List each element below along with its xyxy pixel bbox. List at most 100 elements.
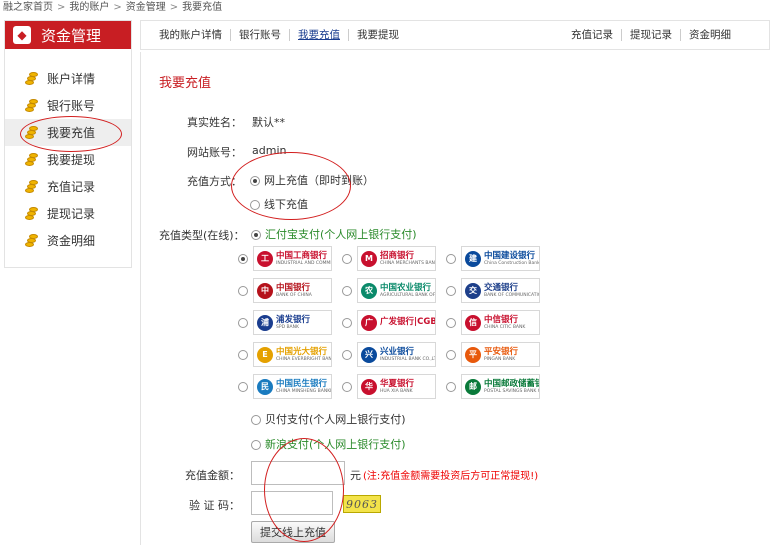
bank-option[interactable]: 交交通银行BANK OF COMMUNICATIONS [461, 278, 540, 303]
bank-name-text: 兴业银行 [380, 346, 415, 357]
bank-logo-icon: 浦 [257, 314, 273, 331]
bank-name-en: CHINA CITIC BANK [484, 324, 526, 330]
bank-radio[interactable] [446, 318, 456, 328]
sidebar-item-recharge-records[interactable]: 充值记录 [5, 173, 131, 200]
sidebar-item-recharge[interactable]: 我要充值 [5, 119, 131, 146]
tab-recharge[interactable]: 我要充值 [290, 29, 349, 41]
gateway-sina-option[interactable]: 新浪支付(个人网上银行支付) [251, 436, 406, 452]
account-value: admin [252, 144, 287, 157]
bank-radio[interactable] [446, 254, 456, 264]
radio-icon [251, 440, 261, 450]
bank-option[interactable]: 农中国农业银行AGRICULTURAL BANK OF CHINA [357, 278, 436, 303]
bank-option[interactable]: 浦浦发银行 SPD BANK [253, 310, 332, 335]
bank-name: 中国民生银行CHINA MINSHENG BANKING CORP.,LTD [276, 378, 331, 394]
bank-option[interactable]: 民中国民生银行CHINA MINSHENG BANKING CORP.,LTD [253, 374, 332, 399]
submit-recharge-button[interactable]: 提交线上充值 [251, 521, 335, 543]
bank-option[interactable]: 工中国工商银行INDUSTRIAL AND COMMERCIAL BANK OF… [253, 246, 332, 271]
bank-radio[interactable] [342, 254, 352, 264]
bank-name-text: 广发银行|CGB [380, 317, 436, 327]
bank-name-text: 中国民生银行 [276, 378, 328, 389]
sidebar-title: 资金管理 [41, 26, 102, 45]
bank-option[interactable]: 广广发银行|CGB [357, 310, 436, 335]
amount-input[interactable] [251, 461, 345, 485]
bank-option[interactable]: 中中国银行 BANK OF CHINA [253, 278, 332, 303]
bank-name: 交通银行BANK OF COMMUNICATIONS [484, 282, 539, 298]
bank-name-text: 中国农业银行 [380, 282, 432, 293]
bank-name-text: 中国光大银行 [276, 346, 328, 357]
bank-option[interactable]: E 中国光大银行 CHINA EVERBRIGHT BANK [253, 342, 332, 367]
bank-name-text: 中国银行 [276, 282, 311, 293]
bank-name-en: CHINA EVERBRIGHT BANK [276, 356, 332, 362]
bank-logo-icon: 工 [257, 250, 273, 267]
bank-radio[interactable] [238, 254, 248, 264]
coins-icon [25, 206, 39, 221]
bank-name-text: 交通银行 [484, 282, 519, 293]
sidebar-item-withdraw-records[interactable]: 提现记录 [5, 200, 131, 227]
method-online-option[interactable]: 网上充值（即时到账） [250, 172, 374, 188]
bank-radio[interactable] [446, 382, 456, 392]
bank-option[interactable]: 邮中国邮政储蓄银行POSTAL SAVINGS BANK OF CHINA [461, 374, 540, 399]
bank-option[interactable]: 平平安银行 PINGAN BANK [461, 342, 540, 367]
tab-withdraw-records[interactable]: 提现记录 [622, 29, 681, 41]
breadcrumb-home[interactable]: 融之家首页 [3, 0, 53, 20]
bank-radio[interactable] [238, 318, 248, 328]
amount-unit: 元 [350, 469, 361, 482]
bank-radio[interactable] [446, 286, 456, 296]
bank-name-en: SPD BANK [276, 324, 299, 330]
bank-logo-icon: 交 [465, 282, 481, 299]
bank-option[interactable]: M 招商银行 CHINA MERCHANTS BANK [357, 246, 436, 271]
bank-logo-icon: 邮 [465, 378, 481, 395]
tab-bank-account[interactable]: 银行账号 [231, 29, 290, 41]
bank-option[interactable]: 华华夏银行 HUA XIA BANK [357, 374, 436, 399]
page-title: 我要充值 [159, 76, 212, 91]
bank-name-text: 中信银行 [484, 314, 519, 325]
bank-logo-icon: 信 [465, 314, 481, 331]
bank-logo-icon: 民 [257, 378, 273, 395]
sidebar-item-bank-account[interactable]: 银行账号 [5, 92, 131, 119]
breadcrumb-my-account[interactable]: 我的账户 [69, 0, 109, 20]
bank-radio[interactable] [238, 350, 248, 360]
breadcrumb: 融之家首页 > 我的账户 > 资金管理 > 我要充值 [0, 0, 770, 20]
bank-name: 广发银行|CGB [380, 317, 436, 327]
captcha-input[interactable] [251, 491, 333, 515]
bank-name: 中国建设银行 China Construction Bank [484, 251, 539, 266]
bank-name: 兴业银行 INDUSTRIAL BANK CO.,LTD [380, 346, 435, 362]
bank-radio[interactable] [342, 318, 352, 328]
bank-radio[interactable] [238, 286, 248, 296]
bank-radio[interactable] [342, 382, 352, 392]
method-offline-option[interactable]: 线下充值 [250, 196, 308, 212]
fund-icon: ◆ [13, 26, 31, 44]
bank-option[interactable]: 兴兴业银行 INDUSTRIAL BANK CO.,LTD [357, 342, 436, 367]
tab-fund-details[interactable]: 资金明细 [681, 29, 739, 41]
bank-name: 中国农业银行AGRICULTURAL BANK OF CHINA [380, 282, 435, 298]
gateway-beifu-option[interactable]: 贝付支付(个人网上银行支付) [251, 411, 406, 427]
sidebar-item-fund-details[interactable]: 资金明细 [5, 227, 131, 254]
tab-withdraw[interactable]: 我要提现 [349, 29, 407, 41]
bank-radio[interactable] [238, 382, 248, 392]
captcha-image[interactable]: 9063 [343, 495, 381, 513]
bank-radio[interactable] [342, 350, 352, 360]
account-label: 网站账号： [187, 146, 242, 159]
bank-name: 招商银行 CHINA MERCHANTS BANK [380, 251, 435, 266]
breadcrumb-fund-management[interactable]: 资金管理 [126, 0, 166, 20]
tab-recharge-records[interactable]: 充值记录 [563, 29, 622, 41]
tab-account-detail[interactable]: 我的账户详情 [151, 29, 231, 41]
bank-logo-icon: E [257, 346, 273, 363]
bank-name-en: HUA XIA BANK [380, 388, 413, 394]
bank-option[interactable]: 信中信银行 CHINA CITIC BANK [461, 310, 540, 335]
bank-name-en: PINGAN BANK [484, 356, 516, 362]
sidebar-item-account-detail[interactable]: 账户详情 [5, 65, 131, 92]
bank-radio[interactable] [446, 350, 456, 360]
coins-icon [25, 152, 39, 167]
bank-name-text: 浦发银行 [276, 314, 311, 325]
bank-option[interactable]: 建中国建设银行 China Construction Bank [461, 246, 540, 271]
bank-name: 平安银行 PINGAN BANK [484, 347, 518, 362]
gateway-heepay-option[interactable]: 汇付宝支付(个人网上银行支付) [251, 226, 417, 242]
coins-icon [25, 71, 39, 86]
sidebar-item-withdraw[interactable]: 我要提现 [5, 146, 131, 173]
bank-name: 中国银行 BANK OF CHINA [276, 282, 312, 298]
type-label: 充值类型(在线)： [159, 229, 245, 242]
method-label: 充值方式： [187, 175, 242, 188]
bank-radio[interactable] [342, 286, 352, 296]
bank-logo-icon: 中 [257, 282, 273, 299]
